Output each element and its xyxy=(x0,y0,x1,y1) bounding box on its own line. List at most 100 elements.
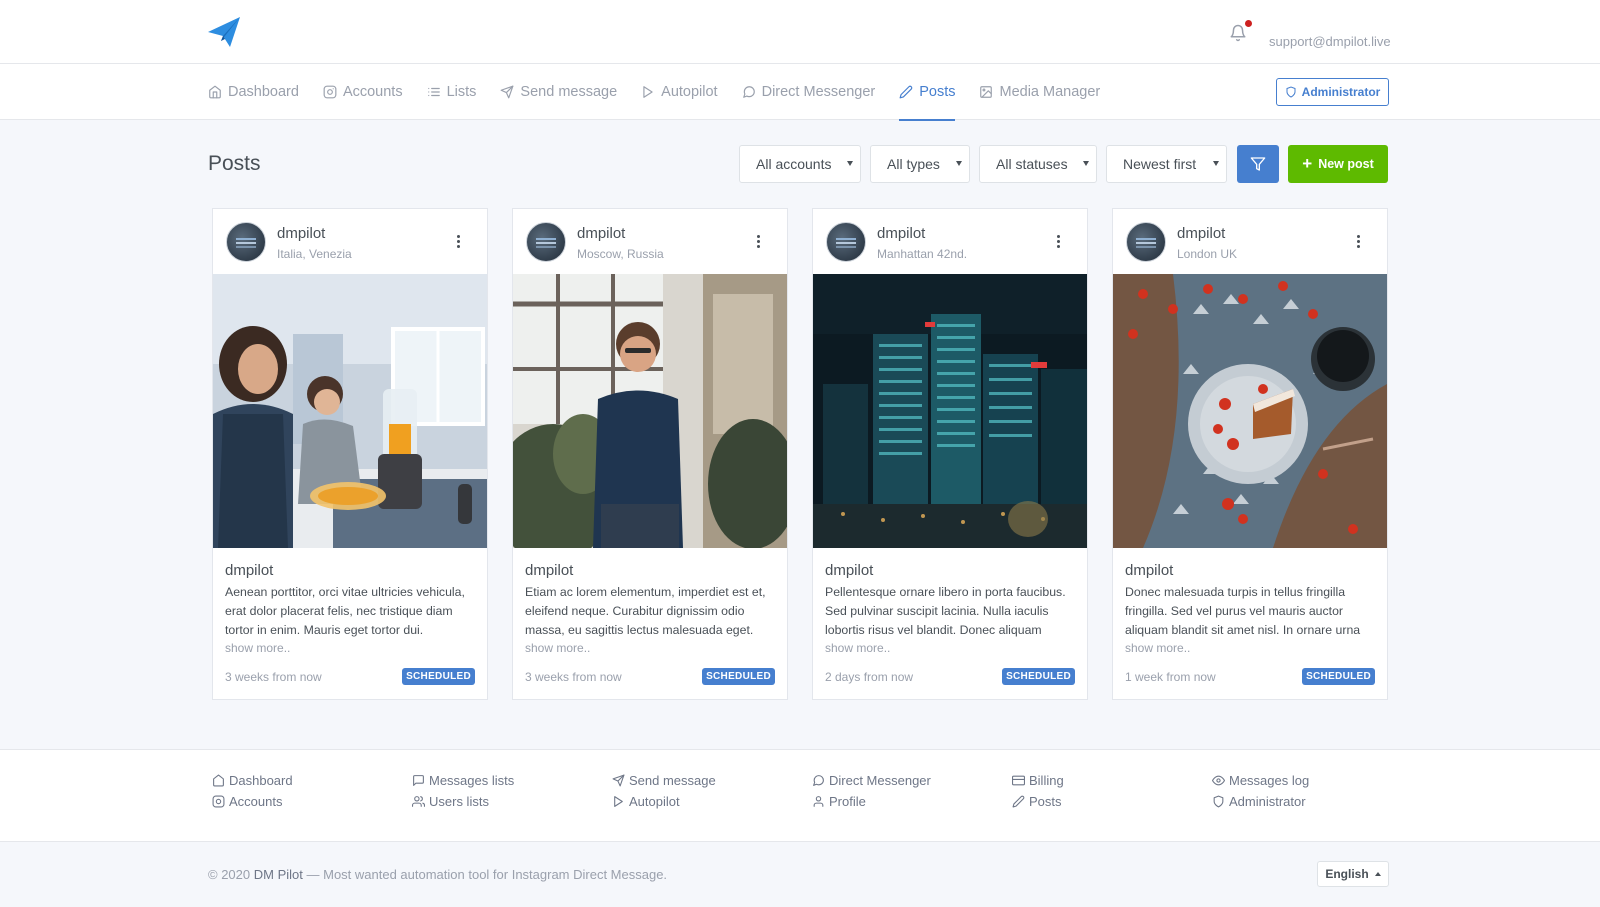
nav-label: Send message xyxy=(520,84,618,100)
post-caption-title: dmpilot xyxy=(225,562,274,579)
post-schedule-time: 3 weeks from now xyxy=(225,669,322,684)
footer-link-label: Send message xyxy=(629,773,716,788)
nav-label: Lists xyxy=(446,84,477,100)
statuses-select-value: All statuses xyxy=(996,156,1068,172)
footer-link-dashboard[interactable]: Dashboard xyxy=(212,770,293,791)
credit-card-icon xyxy=(1012,775,1025,786)
footer-column-1: Dashboard Accounts xyxy=(212,770,293,812)
post-schedule-time: 3 weeks from now xyxy=(525,669,622,684)
filter-icon xyxy=(1250,157,1266,171)
shield-icon xyxy=(1213,795,1224,808)
footer-link-billing[interactable]: Billing xyxy=(1012,770,1064,791)
post-location: London UK xyxy=(1177,247,1238,261)
post-caption: Donec malesuada turpis in tellus fringil… xyxy=(1125,585,1361,637)
post-card: dmpilot London UK dmpilot Donec malesuad… xyxy=(1112,208,1388,700)
copyright: © 2020 DM Pilot — Most wanted automation… xyxy=(208,867,667,882)
more-vertical-icon[interactable] xyxy=(1057,235,1061,249)
post-username[interactable]: dmpilot xyxy=(577,225,625,242)
show-more-link[interactable]: show more.. xyxy=(825,641,1075,655)
footer-link-messages-log[interactable]: Messages log xyxy=(1212,770,1309,791)
nav-label: Posts xyxy=(919,84,956,100)
caret-down-icon xyxy=(1213,161,1219,166)
footer-link-posts[interactable]: Posts xyxy=(1012,791,1064,812)
message-square-icon xyxy=(413,775,424,786)
footer-link-accounts[interactable]: Accounts xyxy=(212,791,293,812)
filter-button[interactable] xyxy=(1237,145,1279,183)
nav-direct-messenger[interactable]: Direct Messenger xyxy=(742,64,875,120)
footer-link-label: Administrator xyxy=(1229,794,1306,809)
post-image-kitchen[interactable] xyxy=(213,274,487,548)
brand-link[interactable]: DM Pilot xyxy=(254,867,303,882)
post-username[interactable]: dmpilot xyxy=(877,225,925,242)
footer-link-messages-lists[interactable]: Messages lists xyxy=(412,770,514,791)
eye-icon xyxy=(1212,775,1225,786)
more-vertical-icon[interactable] xyxy=(457,235,461,249)
nav-lists[interactable]: Lists xyxy=(427,64,477,120)
avatar[interactable] xyxy=(226,222,266,262)
post-username[interactable]: dmpilot xyxy=(277,225,325,242)
administrator-button[interactable]: Administrator xyxy=(1276,78,1389,106)
paper-plane-logo-icon[interactable] xyxy=(208,17,240,47)
footer-links: Dashboard Accounts Messages lists Users … xyxy=(0,749,1600,842)
accounts-select-value: All accounts xyxy=(756,156,832,172)
message-circle-icon xyxy=(813,775,824,786)
post-caption: Aenean porttitor, orci vitae ultricies v… xyxy=(225,585,465,637)
footer-link-label: Messages lists xyxy=(429,773,515,788)
accounts-select[interactable]: All accounts xyxy=(739,145,861,183)
post-schedule-time: 2 days from now xyxy=(825,669,914,684)
nav-posts[interactable]: Posts xyxy=(899,64,956,121)
post-image-city-night[interactable] xyxy=(813,274,1087,548)
nav-media-manager[interactable]: Media Manager xyxy=(979,64,1100,120)
sort-select[interactable]: Newest first xyxy=(1106,145,1227,183)
nav-accounts[interactable]: Accounts xyxy=(323,64,403,120)
more-vertical-icon[interactable] xyxy=(757,235,761,249)
avatar[interactable] xyxy=(826,222,866,262)
nav-label: Media Manager xyxy=(999,84,1101,100)
show-more-link[interactable]: show more.. xyxy=(525,641,775,655)
status-badge: SCHEDULED xyxy=(402,668,475,685)
bell-icon[interactable] xyxy=(1229,23,1247,43)
footer-link-profile[interactable]: Profile xyxy=(812,791,931,812)
footer-column-5: Billing Posts xyxy=(1012,770,1064,812)
caret-down-icon xyxy=(847,161,853,166)
footer-link-label: Profile xyxy=(829,794,866,809)
types-select[interactable]: All types xyxy=(870,145,970,183)
footer-link-label: Users lists xyxy=(429,794,489,809)
copyright-suffix: — Most wanted automation tool for Instag… xyxy=(306,867,668,882)
play-icon xyxy=(643,86,653,98)
new-post-label: New post xyxy=(1318,157,1374,171)
plus-icon: + xyxy=(1302,154,1313,173)
posts-grid: dmpilot Italia, Venezia dmpilot Aenean p… xyxy=(212,208,1388,700)
avatar[interactable] xyxy=(526,222,566,262)
post-image-cake[interactable] xyxy=(1113,274,1387,548)
caret-up-icon xyxy=(1374,872,1381,876)
nav-send-message[interactable]: Send message xyxy=(500,64,617,120)
instagram-icon xyxy=(212,795,225,808)
footer-link-direct-messenger[interactable]: Direct Messenger xyxy=(812,770,931,791)
statuses-select[interactable]: All statuses xyxy=(979,145,1097,183)
nav-autopilot[interactable]: Autopilot xyxy=(641,64,718,120)
show-more-link[interactable]: show more.. xyxy=(225,641,475,655)
instagram-icon xyxy=(323,85,337,99)
nav-label: Dashboard xyxy=(228,84,299,100)
post-caption: Pellentesque ornare libero in porta fauc… xyxy=(825,585,1066,637)
post-caption-title: dmpilot xyxy=(1125,562,1174,579)
nav-dashboard[interactable]: Dashboard xyxy=(208,64,299,120)
footer-link-users-lists[interactable]: Users lists xyxy=(412,791,514,812)
more-vertical-icon[interactable] xyxy=(1357,235,1361,249)
language-select[interactable]: English xyxy=(1317,861,1389,887)
new-post-button[interactable]: + New post xyxy=(1288,145,1388,183)
post-caption-title: dmpilot xyxy=(525,562,574,579)
post-username[interactable]: dmpilot xyxy=(1177,225,1225,242)
post-location: Manhattan 42nd. xyxy=(877,247,968,261)
footer-link-send-message[interactable]: Send message xyxy=(612,770,716,791)
users-icon xyxy=(412,796,425,807)
post-card: dmpilot Moscow, Russia dmpilot Etiam ac … xyxy=(512,208,788,700)
footer-link-autopilot[interactable]: Autopilot xyxy=(612,791,716,812)
footer-column-4: Direct Messenger Profile xyxy=(812,770,931,812)
avatar[interactable] xyxy=(1126,222,1166,262)
footer-link-administrator[interactable]: Administrator xyxy=(1212,791,1309,812)
post-image-portrait[interactable] xyxy=(513,274,787,548)
user-email[interactable]: support@dmpilot.live xyxy=(1269,34,1391,49)
show-more-link[interactable]: show more.. xyxy=(1125,641,1375,655)
